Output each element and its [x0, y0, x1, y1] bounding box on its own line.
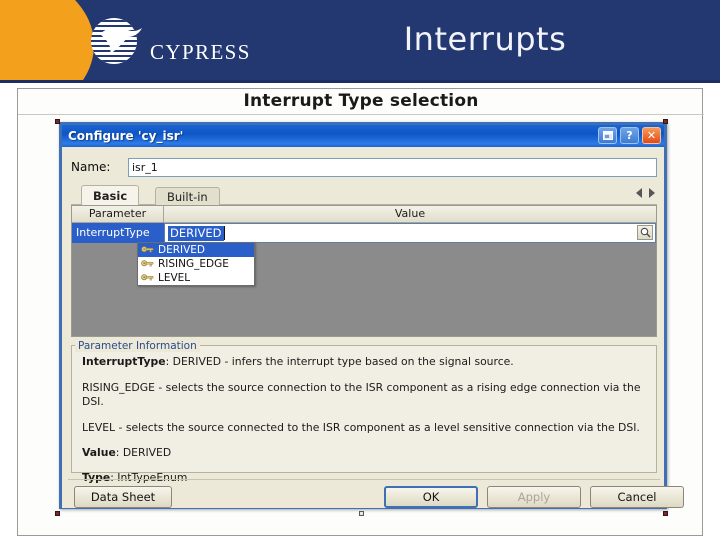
info-line-2: RISING_EDGE - selects the source connect… [82, 380, 641, 409]
restore-icon[interactable] [598, 127, 617, 144]
help-icon[interactable]: ? [620, 127, 639, 144]
dropdown-item-label: LEVEL [158, 272, 191, 284]
info-type-label: Type [82, 471, 111, 485]
selection-handle-top-right[interactable] [663, 119, 668, 124]
slide-header-banner: CYPRESS Interrupts [0, 0, 720, 82]
tab-scroll-right-icon[interactable] [649, 188, 655, 198]
info-line-3: LEVEL - selects the source connected to … [82, 420, 640, 434]
info-type-text: : IntTypeEnum [110, 471, 188, 485]
data-sheet-button[interactable]: Data Sheet [74, 486, 172, 508]
selected-picture-region[interactable]: Configure 'cy_isr' ? ✕ Name: isr_1 Basic… [43, 119, 684, 517]
cypress-wordmark: CYPRESS [150, 40, 251, 64]
name-input[interactable] [128, 157, 657, 177]
enum-key-icon [141, 259, 154, 270]
tab-built-in[interactable]: Built-in [155, 187, 220, 205]
parameter-information-panel: InterruptType: DERIVED - infers the inte… [71, 345, 657, 484]
grid-header-parameter: Parameter [72, 206, 164, 222]
selection-handle-bottom-center[interactable] [359, 511, 364, 516]
slide-title: Interrupts [403, 20, 567, 58]
banner-underline [0, 80, 720, 83]
titlebar-button-group: ? ✕ [598, 127, 661, 144]
tab-basic[interactable]: Basic [81, 185, 140, 205]
presentation-slide: CYPRESS Interrupts Interrupt Type select… [0, 0, 720, 540]
cypress-globe-icon [88, 14, 146, 68]
dialog-titlebar[interactable]: Configure 'cy_isr' ? ✕ [62, 125, 664, 147]
ok-button[interactable]: OK [384, 486, 478, 508]
close-icon[interactable]: ✕ [642, 127, 661, 144]
name-label: Name: [71, 160, 111, 174]
cypress-logo: CYPRESS [88, 14, 268, 70]
enum-key-icon [141, 245, 154, 256]
dropdown-item-rising-edge[interactable]: RISING_EDGE [138, 257, 254, 271]
selection-handle-bottom-right[interactable] [663, 511, 668, 516]
dropdown-item-derived[interactable]: DERIVED [138, 243, 255, 257]
parameter-information-legend: Parameter Information [75, 340, 200, 352]
info-line-1-bold: InterruptType [82, 355, 166, 368]
enum-key-icon [141, 273, 154, 284]
grid-header-value: Value [394, 207, 426, 220]
configure-dialog: Configure 'cy_isr' ? ✕ Name: isr_1 Basic… [59, 122, 684, 509]
selection-handle-top-left[interactable] [55, 119, 60, 124]
info-value-row: Value: DERIVED [82, 446, 646, 460]
dialog-body: Name: Basic Built-in [62, 147, 684, 508]
dropdown-item-label: RISING_EDGE [158, 258, 229, 270]
info-value-label: Value [82, 446, 116, 460]
cell-value-text: DERIVED [168, 225, 224, 241]
subtitle-divider [18, 114, 704, 115]
tab-nav-arrows [636, 188, 655, 198]
name-row: Name: [71, 157, 657, 177]
selection-handle-bottom-left[interactable] [55, 511, 60, 516]
cancel-button[interactable]: Cancel [590, 486, 684, 508]
interrupttype-dropdown-list[interactable]: DERIVED RISING_EDGE LEVEL [137, 242, 255, 286]
apply-button: Apply [487, 486, 581, 508]
dropdown-item-label: DERIVED [158, 244, 206, 256]
text-caret [223, 226, 225, 240]
dropdown-item-level[interactable]: LEVEL [138, 271, 254, 285]
cell-parameter-interrupttype[interactable]: InterruptType [72, 223, 164, 243]
info-line-1-rest: : DERIVED - infers the interrupt type ba… [165, 355, 514, 368]
dropdown-scroll-marker [254, 243, 255, 257]
footer-divider [68, 479, 660, 480]
slide-content-frame: Interrupt Type selection Configure 'cy_i… [17, 88, 704, 536]
tab-strip: Basic Built-in [71, 185, 657, 205]
tab-scroll-left-icon[interactable] [636, 188, 642, 198]
dialog-title: Configure 'cy_isr' [68, 129, 184, 143]
slide-subtitle: Interrupt Type selection [243, 91, 479, 111]
info-line-1: InterruptType: DERIVED - infers the inte… [82, 355, 646, 370]
browse-magnifier-icon[interactable] [637, 225, 653, 240]
table-row[interactable]: InterruptType DERIVED [72, 223, 656, 243]
info-value-text: : DERIVED [115, 446, 172, 460]
grid-header-row: Parameter Value [72, 206, 656, 223]
cell-value-editor[interactable]: DERIVED [164, 223, 656, 243]
